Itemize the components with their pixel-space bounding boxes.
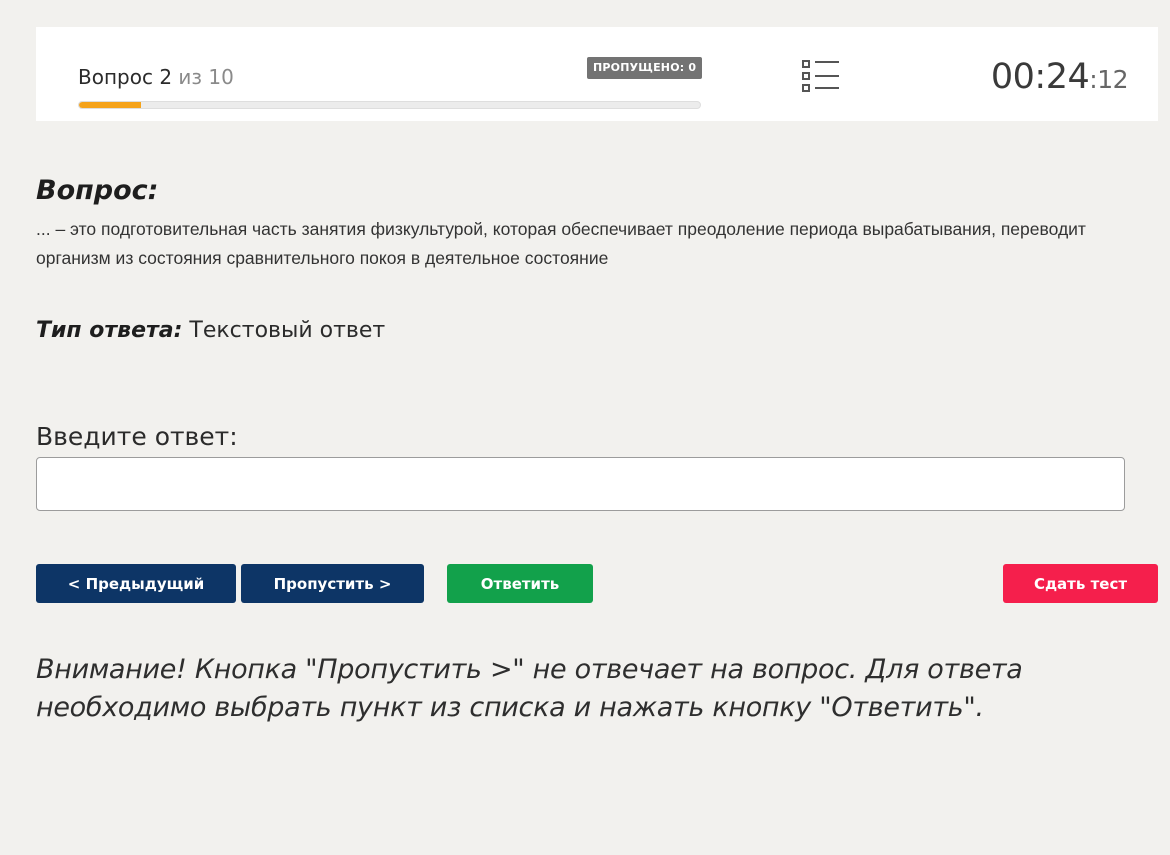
question-counter: Вопрос 2 из 10 bbox=[78, 65, 234, 89]
progress-bar bbox=[78, 101, 701, 109]
timer: 00:24:12 bbox=[990, 57, 1129, 97]
test-page: Вопрос 2 из 10 ПРОПУЩЕНО: 0 00:24:12 Воп… bbox=[0, 0, 1170, 855]
answer-type-value: Текстовый ответ bbox=[189, 318, 386, 343]
answer-button[interactable]: Ответить bbox=[447, 564, 593, 603]
skipped-badge: ПРОПУЩЕНО: 0 bbox=[587, 57, 703, 79]
timer-seconds: 12 bbox=[1097, 65, 1128, 94]
question-title: Вопрос: bbox=[36, 175, 159, 206]
warning-text: Внимание! Кнопка "Пропустить >" не отвеч… bbox=[36, 654, 1023, 723]
answer-type: Тип ответа: Текстовый ответ bbox=[36, 318, 385, 343]
answer-label: Введите ответ: bbox=[36, 422, 238, 451]
progress-fill bbox=[79, 102, 142, 108]
answer-type-label: Тип ответа: bbox=[36, 318, 183, 343]
question-word: Вопрос bbox=[78, 65, 153, 89]
submit-test-button[interactable]: Сдать тест bbox=[1003, 564, 1158, 603]
answer-input[interactable] bbox=[36, 457, 1125, 511]
timer-main: 00:24 bbox=[990, 57, 1090, 97]
current-question-number: 2 bbox=[159, 65, 173, 89]
of-word: из bbox=[178, 65, 203, 89]
timer-separator: : bbox=[1089, 65, 1098, 94]
question-list-icon[interactable] bbox=[802, 59, 840, 93]
previous-button[interactable]: < Предыдущий bbox=[36, 564, 236, 603]
test-header: Вопрос 2 из 10 ПРОПУЩЕНО: 0 00:24:12 bbox=[36, 27, 1158, 121]
skip-button[interactable]: Пропустить > bbox=[241, 564, 424, 603]
total-questions: 10 bbox=[208, 65, 234, 89]
question-text: ... – это подготовительная часть занятия… bbox=[36, 219, 1086, 268]
